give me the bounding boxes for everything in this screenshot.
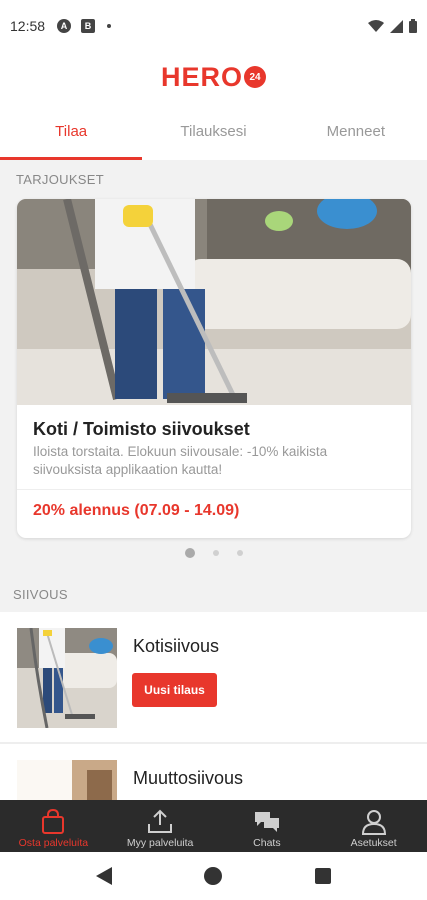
hero24-logo: HERO 24 — [161, 62, 266, 93]
carousel-dot[interactable] — [184, 548, 195, 558]
tab-menneet[interactable]: Menneet — [285, 102, 427, 160]
services-section-title: SIIVOUS — [13, 587, 68, 602]
offers-section-title: TARJOUKSET — [16, 172, 104, 187]
status-time: 12:58 — [10, 18, 46, 34]
bottom-navigation: Osta palveluita Myy palveluita Chats Ase… — [0, 800, 427, 852]
nav-label: Osta palveluita — [18, 837, 89, 849]
logo-badge: 24 — [244, 66, 266, 88]
carousel-dot[interactable] — [236, 550, 243, 556]
logo-text: HERO — [160, 61, 243, 92]
carousel-dot[interactable] — [212, 550, 219, 556]
back-icon[interactable] — [96, 867, 113, 885]
nav-chats[interactable]: Chats — [214, 800, 321, 852]
new-order-button[interactable]: Uusi tilaus — [132, 673, 217, 707]
system-navigation-bar — [0, 852, 427, 900]
battery-icon — [409, 19, 417, 33]
nav-buy-services[interactable]: Osta palveluita — [0, 800, 107, 852]
home-icon[interactable] — [204, 867, 223, 885]
offer-description: Iloista torstaita. Elokuun siivousale: -… — [33, 444, 328, 477]
offer-divider — [17, 489, 411, 490]
nav-label: Asetukset — [350, 837, 397, 849]
tab-tilaa[interactable]: Tilaa — [0, 102, 143, 160]
carousel-indicator — [0, 548, 427, 558]
service-name: Muuttosiivous — [133, 768, 244, 788]
offer-card[interactable]: Koti / Toimisto siivoukset Iloista torst… — [17, 199, 411, 538]
upload-icon — [148, 809, 173, 833]
offer-discount: 20% alennus (07.09 - 14.09) — [33, 502, 240, 519]
shopping-bag-icon — [42, 809, 65, 834]
nav-label: Chats — [253, 837, 281, 849]
wifi-icon — [368, 19, 384, 32]
top-tabs: Tilaa Tilauksesi Menneet — [0, 102, 427, 160]
list-item[interactable]: Kotisiivous Uusi tilaus — [0, 612, 427, 744]
nav-settings[interactable]: Asetukset — [320, 800, 427, 852]
status-bar: 12:58 A B — [0, 0, 427, 52]
notification-icon-b: B — [81, 19, 96, 33]
offer-image-vacuuming — [17, 199, 411, 405]
recents-icon[interactable] — [314, 868, 331, 884]
service-thumbnail — [17, 628, 117, 728]
app-header: HERO 24 — [0, 52, 427, 102]
nav-sell-services[interactable]: Myy palveluita — [107, 800, 214, 852]
nav-label: Myy palveluita — [126, 837, 194, 849]
service-name: Kotisiivous — [133, 636, 220, 656]
notification-icon-a: A — [57, 19, 72, 33]
offer-title: Koti / Toimisto siivoukset — [33, 419, 250, 439]
chat-icon — [254, 812, 279, 832]
user-icon — [361, 810, 386, 835]
signal-icon — [390, 19, 403, 33]
more-notifications-icon — [107, 24, 112, 28]
tab-tilauksesi[interactable]: Tilauksesi — [142, 102, 284, 160]
